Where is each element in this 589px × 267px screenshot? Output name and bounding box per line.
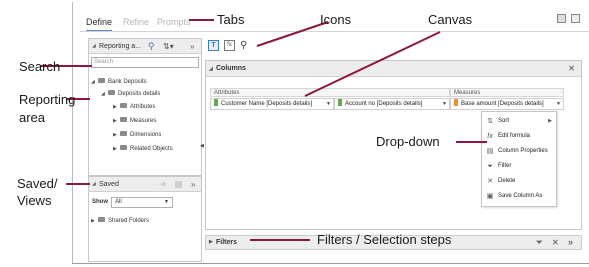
annotation-search: Search <box>19 59 61 74</box>
annotation-dropdown: Drop-down <box>376 134 440 149</box>
annotation-lines <box>40 19 487 241</box>
annotation-saved-line1: Saved/ <box>17 176 58 191</box>
annotation-icons: Icons <box>320 12 352 27</box>
annotation-reporting-line2: area <box>19 110 46 125</box>
icons-leader-line <box>256 21 329 47</box>
canvas-leader-line <box>304 31 441 97</box>
annotation-saved-line2: Views <box>17 193 52 208</box>
annotation-reporting-line1: Reporting <box>19 92 76 107</box>
annotation-canvas: Canvas <box>428 12 473 27</box>
annotation-filters: Filters / Selection steps <box>317 232 452 247</box>
annotation-tabs: Tabs <box>217 12 245 27</box>
